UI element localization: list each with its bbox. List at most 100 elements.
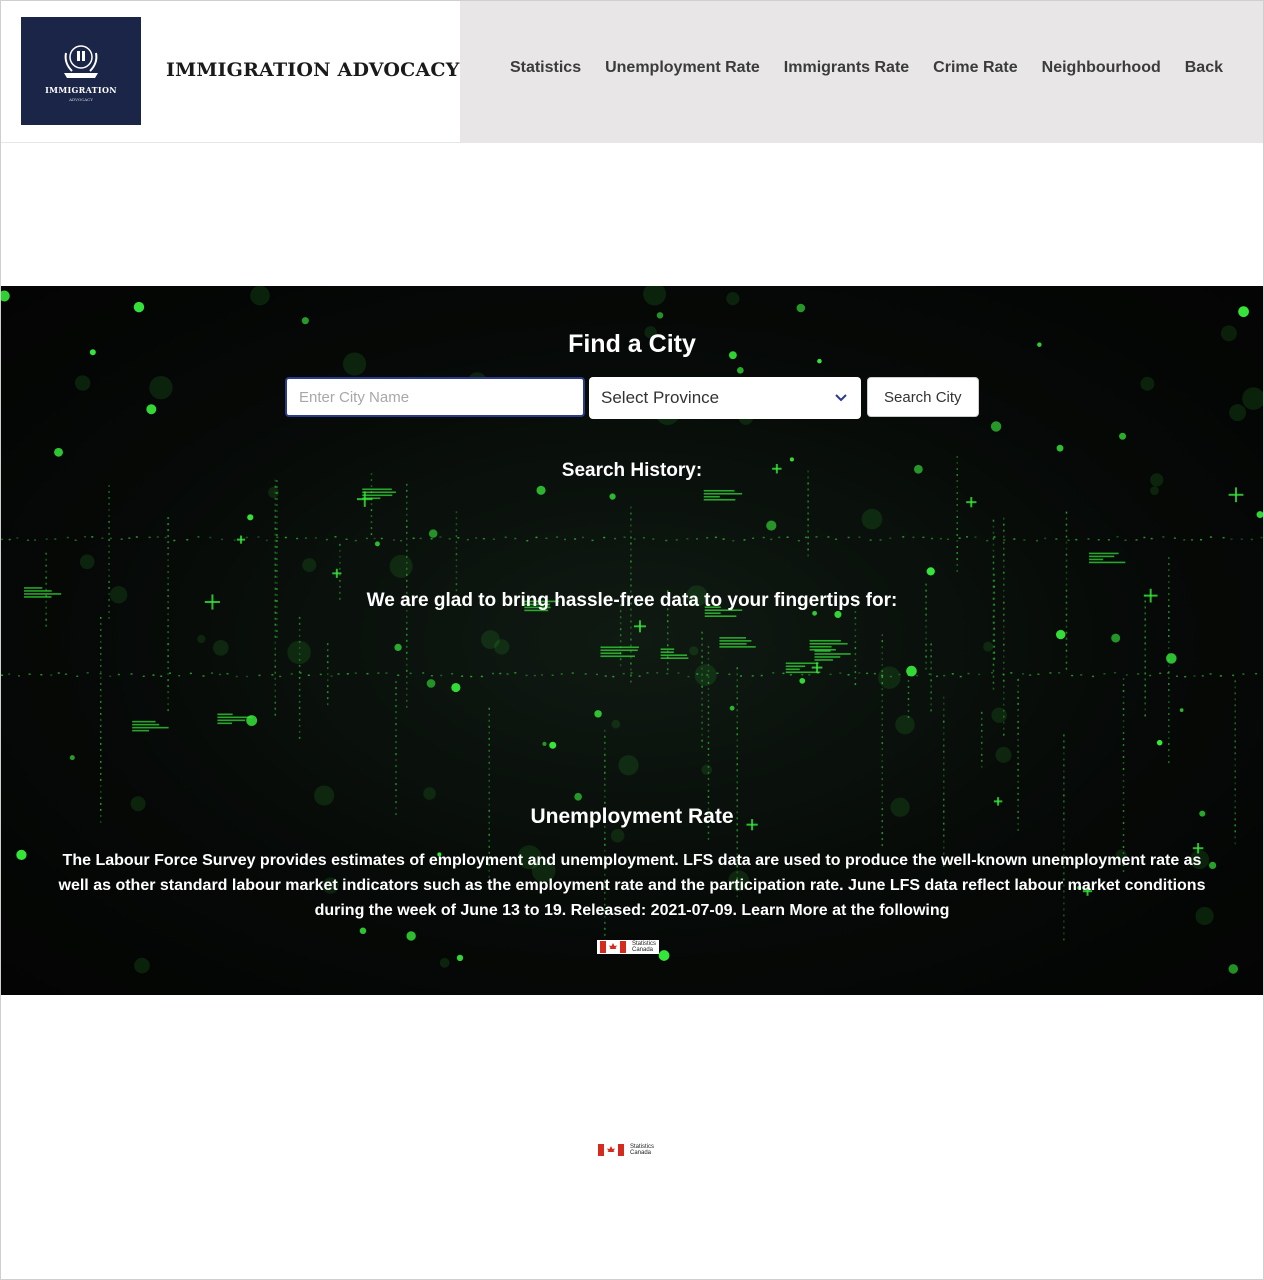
bg-particle [1168,557,1170,560]
bg-particle [943,744,945,747]
bg-particle [610,828,625,843]
bg-particle [108,532,110,535]
statistics-canada-link[interactable]: Statistics Canada [597,940,660,954]
bg-particle [666,672,669,675]
bg-particle [330,675,333,677]
bg-particle [108,526,110,529]
bg-particle [488,749,490,752]
bg-particle [736,721,738,724]
bg-particle [778,536,781,539]
nav-link-statistics[interactable]: Statistics [510,59,581,77]
statistics-canada-footer-link[interactable]: Statistics Canada [595,1143,657,1157]
bg-particle [677,672,680,674]
bg-particle [314,537,317,539]
bg-particle [274,683,277,686]
site-logo[interactable]: IMMIGRATION ADVOCACY [21,17,141,125]
bg-particle [739,675,742,677]
bg-particle [707,747,710,750]
bg-particle [701,643,703,646]
bg-particle [881,634,884,637]
bg-particle [274,563,277,566]
bg-particle [326,655,329,658]
bg-particle [108,568,110,571]
bg-particle [943,780,945,783]
bg-particle [1003,661,1005,664]
bg-particle [946,538,949,541]
bg-particle [619,616,622,619]
bg-particle [1,674,3,676]
bg-particle [45,558,47,561]
bg-particle [907,691,910,694]
bg-particle [406,627,408,630]
bg-particle [389,554,413,578]
bg-particle [707,717,710,720]
bg-particle [1058,672,1061,674]
bg-particle [807,530,809,533]
bg-particle [807,488,809,491]
nav-link-immigrants-rate[interactable]: Immigrants Rate [784,59,909,77]
bg-particle [45,576,47,579]
bg-particle [326,673,329,676]
bg-particle [881,646,884,649]
bg-particle [600,652,622,655]
bg-particle [346,673,349,675]
bg-particle [704,612,721,615]
bg-particle [406,537,408,540]
bg-particle [986,539,989,542]
bg-particle [274,527,277,530]
bg-particle [265,539,268,542]
city-name-input[interactable] [285,377,585,417]
bg-particle [1003,733,1005,736]
bg-particle [1167,672,1170,674]
bg-particle [492,672,495,675]
bg-particle [1122,684,1125,687]
bg-particle [1003,649,1005,652]
bg-particle [99,628,102,631]
bg-particle [736,685,738,688]
bg-particle [274,533,277,536]
bg-particle [167,523,169,526]
bg-particle [943,702,945,705]
bg-particle [881,652,884,655]
bg-particle [271,674,274,676]
bg-particle [956,492,958,495]
bg-particle [412,537,415,540]
bg-particle [707,705,710,708]
nav-link-crime-rate[interactable]: Crime Rate [933,59,1017,77]
bg-particle [397,674,400,677]
bg-particle [274,671,277,674]
bg-particle [1122,744,1125,747]
bg-particle [807,512,809,515]
bg-particle [26,539,29,541]
bg-particle [245,675,248,678]
bg-particle [160,675,163,677]
bg-particle [1056,629,1066,640]
bg-particle [1234,734,1236,737]
bg-particle [991,707,1007,723]
bg-particle [1003,631,1005,634]
bg-particle [430,675,433,677]
bg-particle [274,647,277,650]
bg-particle [1023,539,1026,541]
bg-particle [604,771,606,774]
bg-particle [1017,798,1019,801]
bg-particle [861,508,883,530]
bg-particle [276,498,278,501]
province-select[interactable]: Select Province [589,377,861,419]
bg-particle [666,638,669,641]
search-city-button[interactable]: Search City [867,377,979,417]
bg-particle [209,536,212,539]
nav-link-back[interactable]: Back [1185,59,1223,77]
bg-particle [167,703,169,706]
nav-link-neighbourhood[interactable]: Neighbourhood [1042,59,1161,77]
bg-particle [807,506,809,509]
bg-particle [951,673,954,675]
bg-particle [337,673,340,675]
bg-particle [630,506,632,509]
bg-particle [809,645,832,648]
bg-particle [630,572,632,575]
nav-link-unemployment-rate[interactable]: Unemployment Rate [605,59,760,77]
bg-particle [1144,672,1146,675]
bg-particle [1065,649,1068,652]
bg-particle [8,538,11,541]
